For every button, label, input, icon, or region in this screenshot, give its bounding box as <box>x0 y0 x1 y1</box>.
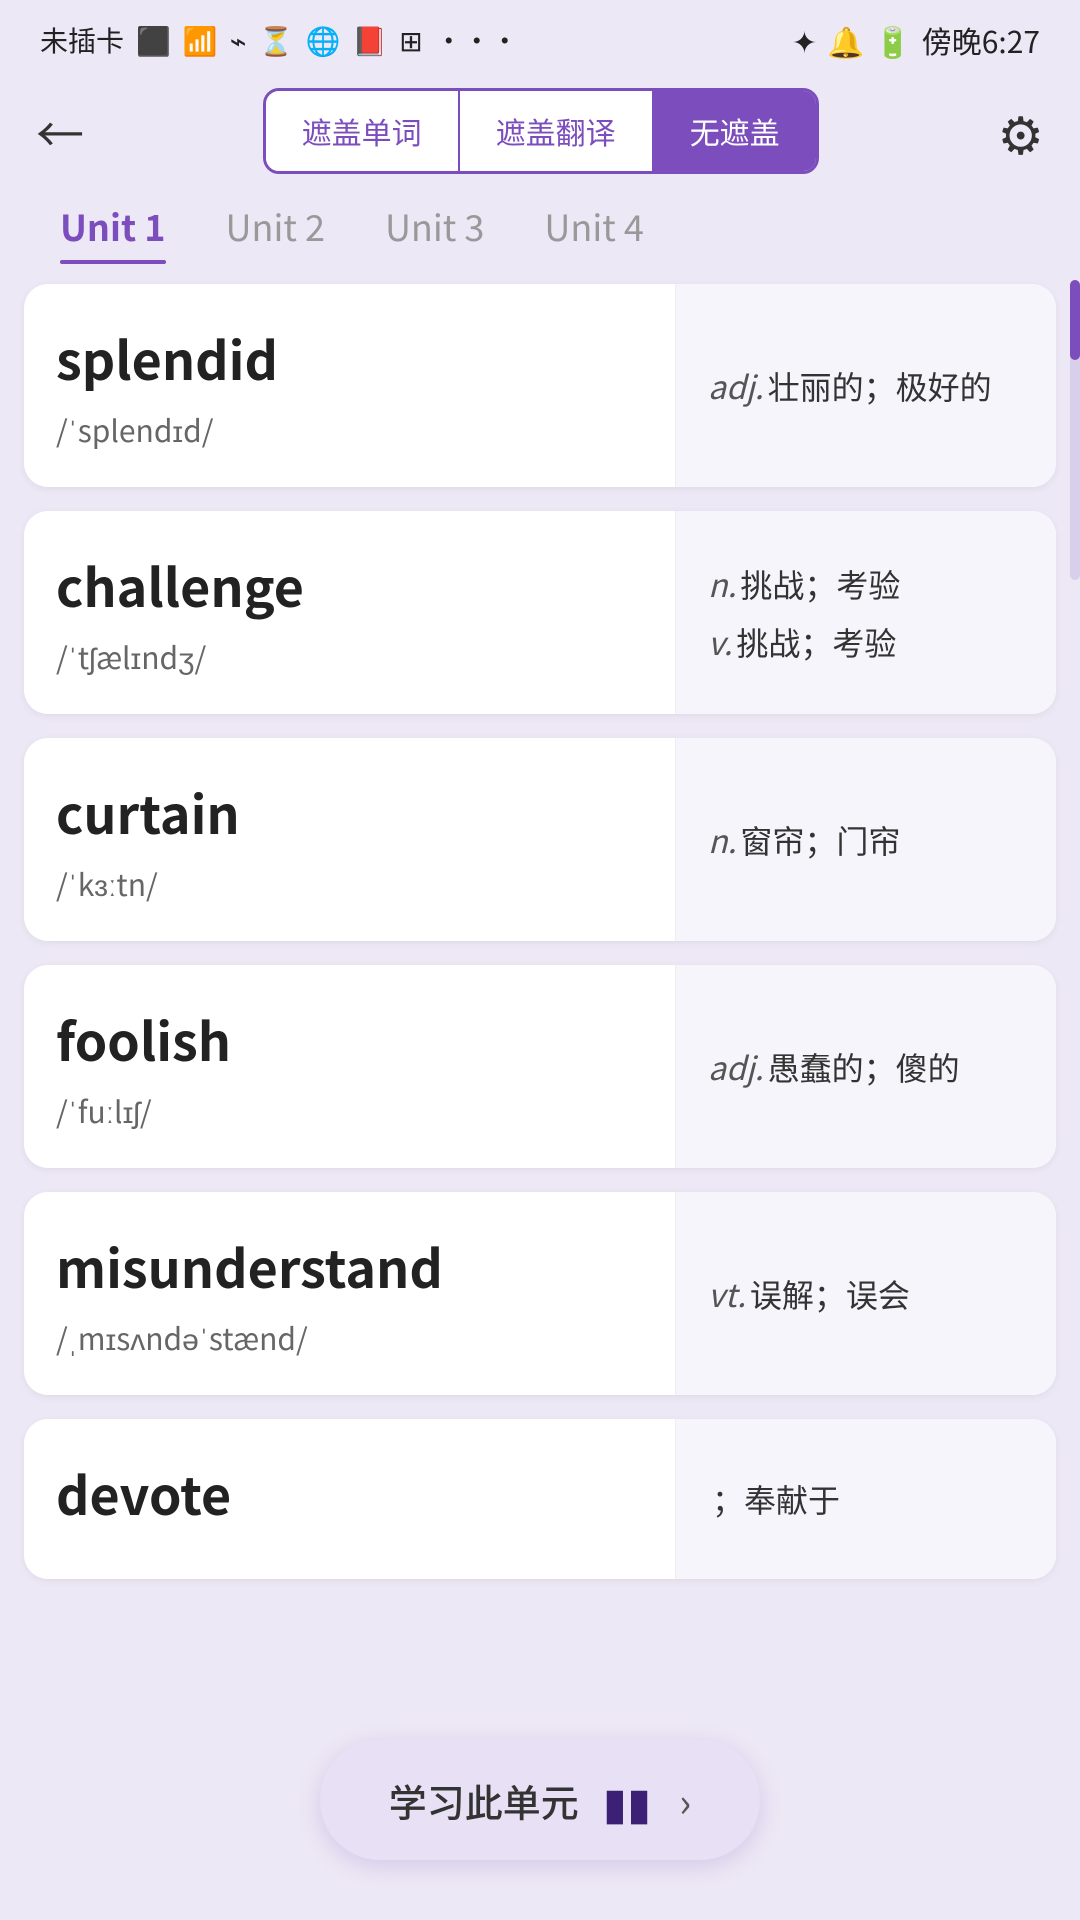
word-left-foolish: foolish /ˈfuːlɪʃ/ <box>24 965 676 1168</box>
word-english-splendid: splendid <box>56 320 643 395</box>
word-english-misunderstand: misunderstand <box>56 1228 643 1303</box>
word-card-devote[interactable]: devote ；奉献于 <box>24 1419 1056 1579</box>
more-icon: ··· <box>435 20 519 60</box>
study-arrow-icon: › <box>679 1771 691 1829</box>
word-phonetic-splendid: /ˈsplendɪd/ <box>56 407 643 451</box>
word-def-misunderstand: vt.误解；误会 <box>676 1192 1056 1395</box>
pos-challenge-2: v. <box>708 619 732 665</box>
clock: 傍晚6:27 <box>922 18 1040 62</box>
word-card-misunderstand[interactable]: misunderstand /ˌmɪsʌndəˈstænd/ vt.误解；误会 <box>24 1192 1056 1395</box>
book-icon: 📕 <box>352 20 387 60</box>
scrollbar-thumb[interactable] <box>1070 280 1080 360</box>
word-def-foolish-1: adj.愚蠢的；傻的 <box>708 1043 1024 1091</box>
word-card-splendid[interactable]: splendid /ˈsplendɪd/ adj.壮丽的；极好的 <box>24 284 1056 487</box>
grid-icon: ⊞ <box>399 20 422 60</box>
hourglass-icon: ⏳ <box>259 20 294 60</box>
word-left-devote: devote <box>24 1419 676 1579</box>
back-button[interactable]: ← <box>36 107 84 155</box>
pos-splendid-1: adj. <box>708 363 764 409</box>
wifi-icon: 📶 <box>183 20 218 60</box>
study-label: 学习此单元 <box>389 1773 579 1828</box>
word-phonetic-curtain: /ˈkɜːtn/ <box>56 861 643 905</box>
word-phonetic-foolish: /ˈfuːlɪʃ/ <box>56 1088 643 1132</box>
word-def-devote-1: ；奉献于 <box>708 1475 1024 1523</box>
word-english-curtain: curtain <box>56 774 643 849</box>
study-unit-button[interactable]: 学习此单元 ▮▮ › <box>320 1740 760 1860</box>
word-def-devote: ；奉献于 <box>676 1419 1056 1579</box>
pos-challenge-1: n. <box>708 561 736 607</box>
word-def-challenge-2: v.挑战；考验 <box>708 618 1024 666</box>
word-left-challenge: challenge /ˈtʃælɪndʒ/ <box>24 511 676 714</box>
status-bar: 未插卡 ⬛ 📶 ⌁ ⏳ 🌐 📕 ⊞ ··· ✦ 🔔 🔋 傍晚6:27 <box>0 0 1080 72</box>
status-left: 未插卡 ⬛ 📶 ⌁ ⏳ 🌐 📕 ⊞ ··· <box>40 20 519 60</box>
globe-icon: 🌐 <box>306 20 341 60</box>
word-left-splendid: splendid /ˈsplendɪd/ <box>24 284 676 487</box>
word-def-splendid: adj.壮丽的；极好的 <box>676 284 1056 487</box>
word-english-devote: devote <box>56 1455 643 1530</box>
word-phonetic-misunderstand: /ˌmɪsʌndəˈstænd/ <box>56 1315 643 1359</box>
usb-icon: ⌁ <box>230 20 247 60</box>
word-left-curtain: curtain /ˈkɜːtn/ <box>24 738 676 941</box>
word-def-foolish: adj.愚蠢的；傻的 <box>676 965 1056 1168</box>
word-card-curtain[interactable]: curtain /ˈkɜːtn/ n.窗帘；门帘 <box>24 738 1056 941</box>
word-phonetic-challenge: /ˈtʃælɪndʒ/ <box>56 634 643 678</box>
unit-tabs: Unit 1 Unit 2 Unit 3 Unit 4 <box>0 190 1080 284</box>
study-cards-icon: ▮▮ <box>603 1768 651 1832</box>
no-cover-button[interactable]: 无遮盖 <box>652 91 816 171</box>
settings-button[interactable]: ⚙ <box>997 94 1044 169</box>
battery-icon: 🔋 <box>874 18 911 62</box>
word-def-challenge-1: n.挑战；考验 <box>708 560 1024 608</box>
cover-button-group: 遮盖单词 遮盖翻译 无遮盖 <box>263 88 819 174</box>
word-def-curtain: n.窗帘；门帘 <box>676 738 1056 941</box>
word-cards-container: splendid /ˈsplendɪd/ adj.壮丽的；极好的 challen… <box>0 284 1080 1779</box>
cover-translation-button[interactable]: 遮盖翻译 <box>458 91 652 171</box>
sim-status: 未插卡 <box>40 20 124 60</box>
tab-unit4[interactable]: Unit 4 <box>544 200 643 260</box>
word-def-misunderstand-1: vt.误解；误会 <box>708 1270 1024 1318</box>
tab-unit3[interactable]: Unit 3 <box>385 200 484 260</box>
tab-unit2[interactable]: Unit 2 <box>226 200 325 260</box>
cover-word-button[interactable]: 遮盖单词 <box>266 91 458 171</box>
word-card-challenge[interactable]: challenge /ˈtʃælɪndʒ/ n.挑战；考验 v.挑战；考验 <box>24 511 1056 714</box>
pos-foolish-1: adj. <box>708 1044 764 1090</box>
word-def-challenge: n.挑战；考验 v.挑战；考验 <box>676 511 1056 714</box>
tab-unit1[interactable]: Unit 1 <box>60 200 166 260</box>
toolbar: ← 遮盖单词 遮盖翻译 无遮盖 ⚙ <box>0 72 1080 190</box>
pos-misunderstand-1: vt. <box>708 1271 746 1317</box>
pos-curtain-1: n. <box>708 817 736 863</box>
screenshot-icon: ⬛ <box>136 20 171 60</box>
bell-icon: 🔔 <box>827 18 864 62</box>
word-english-challenge: challenge <box>56 547 643 622</box>
scrollbar-track <box>1070 280 1080 580</box>
status-right: ✦ 🔔 🔋 傍晚6:27 <box>792 18 1040 62</box>
bluetooth-icon: ✦ <box>792 18 817 62</box>
word-def-curtain-1: n.窗帘；门帘 <box>708 816 1024 864</box>
word-left-misunderstand: misunderstand /ˌmɪsʌndəˈstænd/ <box>24 1192 676 1395</box>
word-card-foolish[interactable]: foolish /ˈfuːlɪʃ/ adj.愚蠢的；傻的 <box>24 965 1056 1168</box>
word-def-splendid-1: adj.壮丽的；极好的 <box>708 362 1024 410</box>
word-english-foolish: foolish <box>56 1001 643 1076</box>
